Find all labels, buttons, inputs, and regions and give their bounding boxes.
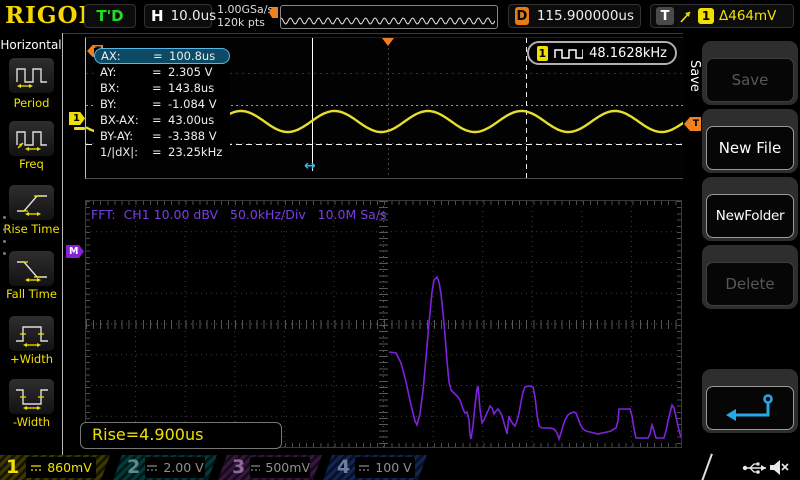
sidebar-item-rise-time[interactable]: Rise Time	[0, 222, 63, 236]
h-key-label: H	[151, 7, 164, 25]
menu-slot: New File	[702, 109, 798, 173]
sidebar-item-period[interactable]: Period	[0, 96, 63, 110]
scroll-dot	[3, 216, 6, 219]
dc-coupling-icon	[146, 463, 158, 473]
scroll-dot	[3, 252, 6, 255]
d-key-badge: D	[515, 7, 529, 25]
back-button[interactable]	[706, 386, 794, 430]
trigger-position-marker-icon[interactable]	[382, 38, 394, 46]
horizontal-delay-box[interactable]: D 115.900000us	[508, 4, 641, 28]
oscilloscope-screen: RIGOL T'D H 10.0us 1.00GSa/s 120k pts D …	[0, 0, 800, 480]
menu-slot: NewFolder	[702, 177, 798, 241]
rising-edge-icon	[679, 9, 693, 24]
period-icon[interactable]	[9, 58, 54, 93]
fft-settings-readout: FFT: CH1 10.00 dBV 50.0kHz/Div 10.0M Sa/…	[91, 207, 387, 222]
sample-rate: 1.00GSa/s	[217, 3, 273, 16]
menu-slot	[702, 369, 798, 433]
ch1-position-marker[interactable]: 1	[69, 112, 85, 125]
cursor-row-ay[interactable]: AY: = 2.305 V	[94, 64, 230, 80]
timebase-value: 10.0us	[171, 8, 217, 24]
scroll-dot	[3, 228, 6, 231]
waveform-preview-strip[interactable]	[280, 5, 498, 29]
freq-counter-channel-badge: 1	[537, 46, 548, 61]
sidebar-title: Horizontal	[0, 38, 62, 52]
waveform-display: ↔ T 1 48.1628kHz AX: = 100.8us AY: = 2.3…	[85, 37, 685, 179]
fft-trace	[86, 201, 681, 447]
sidebar-item-fall-time[interactable]: Fall Time	[0, 287, 63, 301]
return-arrow-icon	[718, 391, 782, 425]
menu-slot: Save	[702, 41, 798, 105]
channel-status-bar: 1 860mV 2 2.00 V 3 500mV 4 100 V	[0, 455, 800, 480]
channel-1-tile[interactable]: 1 860mV	[0, 455, 110, 480]
channel-3-scale: 500mV	[250, 457, 310, 478]
new-folder-button[interactable]: NewFolder	[706, 194, 794, 238]
sidebar-item-freq[interactable]: Freq	[0, 157, 63, 171]
channel-3-tile[interactable]: 3 500mV	[218, 455, 322, 480]
save-button[interactable]: Save	[706, 58, 794, 102]
horizontal-timebase-box[interactable]: H 10.0us	[144, 4, 212, 28]
dc-coupling-icon	[358, 463, 370, 473]
trigger-source-badge: 1	[698, 8, 714, 24]
cursor-row-bx[interactable]: BX: = 143.8us	[94, 80, 230, 96]
freq-counter-value: 48.1628kHz	[589, 46, 667, 61]
dc-coupling-icon	[30, 463, 42, 473]
channel-2-number: 2	[127, 455, 140, 480]
trigger-level-value: Δ464mV	[719, 8, 776, 24]
status-divider	[701, 454, 713, 480]
square-wave-icon	[554, 47, 584, 60]
sidebar-item-pos-width[interactable]: +Width	[0, 352, 63, 366]
cursor-row-ax[interactable]: AX: = 100.8us	[94, 48, 230, 64]
memory-depth: 120k pts	[217, 16, 273, 29]
neg-width-icon[interactable]	[9, 379, 54, 414]
channel-2-tile[interactable]: 2 2.00 V	[113, 455, 217, 480]
acquisition-info: 1.00GSa/s 120k pts	[217, 3, 273, 29]
channel-3-number: 3	[232, 455, 245, 480]
ch1-trace-stub	[74, 127, 85, 130]
trigger-status-badge: T'D	[84, 4, 136, 28]
usb-icon	[742, 460, 766, 475]
pos-width-icon[interactable]	[9, 316, 54, 351]
frequency-counter: 1 48.1628kHz	[527, 41, 677, 65]
speaker-muted-icon	[768, 458, 790, 477]
cursor-row-inv-dx[interactable]: 1/|dX|: = 23.25kHz	[94, 144, 230, 160]
delete-button[interactable]: Delete	[706, 262, 794, 306]
new-file-button[interactable]: New File	[706, 126, 794, 170]
rigol-logo: RIGOL	[5, 2, 96, 29]
scroll-dot	[3, 240, 6, 243]
dc-coupling-icon	[250, 463, 260, 473]
cursor-ax-handle[interactable]: ↔	[304, 158, 316, 174]
trigger-status-text: T'D	[96, 7, 123, 25]
delay-value: 115.900000us	[537, 8, 634, 24]
channel-4-tile[interactable]: 4 100 V	[323, 455, 427, 480]
soft-menu-panel: Save Save New File NewFolder Delete	[683, 33, 800, 455]
channel-2-scale: 2.00 V	[145, 457, 205, 478]
channel-1-scale: 860mV	[26, 457, 96, 478]
top-status-bar: RIGOL T'D H 10.0us 1.00GSa/s 120k pts D …	[0, 0, 800, 34]
cursor-row-by[interactable]: BY: = -1.084 V	[94, 96, 230, 112]
sidebar-item-neg-width[interactable]: -Width	[0, 415, 63, 429]
math-position-marker[interactable]: M	[66, 245, 84, 258]
menu-tab-save: Save	[687, 60, 702, 92]
preview-wave-icon	[281, 6, 495, 26]
cursor-measurement-box: AX: = 100.8us AY: = 2.305 V BX: = 143.8u…	[94, 48, 230, 161]
cursor-row-bxax[interactable]: BX-AX: = 43.00us	[94, 112, 230, 128]
measure-sidebar: Horizontal Period Freq Rise Time Fall Ti…	[0, 33, 63, 455]
rise-time-icon[interactable]	[9, 185, 54, 220]
channel-4-number: 4	[337, 455, 350, 480]
rise-time-readout: Rise=4.900us	[80, 422, 282, 449]
channel-1-number: 1	[6, 455, 19, 480]
menu-slot: Delete	[702, 245, 798, 309]
trigger-info-box[interactable]: T 1 Δ464mV	[650, 4, 794, 28]
channel-4-scale: 100 V	[355, 457, 415, 478]
t-key-badge: T	[656, 7, 674, 25]
freq-icon[interactable]	[9, 121, 54, 156]
fft-display: FFT: CH1 10.00 dBV 50.0kHz/Div 10.0M Sa/…	[85, 200, 682, 448]
fall-time-icon[interactable]	[9, 251, 54, 286]
cursor-row-byay[interactable]: BY-AY: = -3.388 V	[94, 128, 230, 144]
